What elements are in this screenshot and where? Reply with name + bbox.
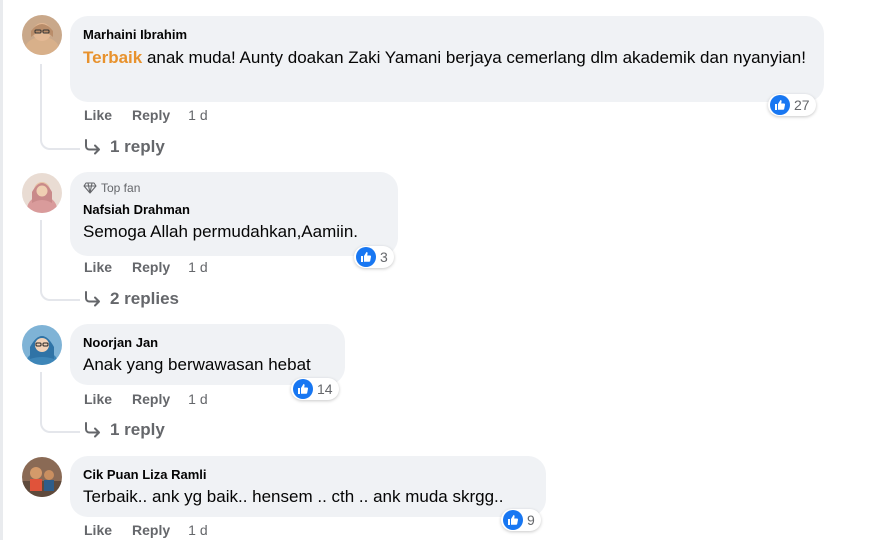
reply-button[interactable]: Reply [132,259,170,275]
thumbs-up-icon [770,95,790,115]
comment-author[interactable]: Noorjan Jan [83,334,332,351]
reply-arrow-icon [85,422,100,438]
comment-bubble: Marhaini Ibrahim Terbaik anak muda! Aunt… [70,16,824,102]
timestamp[interactable]: 1 d [188,522,207,538]
comment-body: Terbaik.. ank yg baik.. hensem .. cth ..… [83,487,504,506]
highlighted-word: Terbaik [83,48,143,67]
avatar[interactable] [22,325,62,365]
avatar[interactable] [22,15,62,55]
top-fan-badge: Top fan [83,180,385,196]
thumbs-up-icon [503,510,523,530]
avatar[interactable] [22,457,62,497]
comment-text: Terbaik anak muda! Aunty doakan Zaki Yam… [83,46,811,70]
diamond-icon [83,182,97,194]
reaction-number: 14 [317,381,333,397]
reaction-number: 3 [380,249,388,265]
comment-bubble: Top fan Nafsiah Drahman Semoga Allah per… [70,172,398,256]
comment-author[interactable]: Marhaini Ibrahim [83,26,811,43]
like-button[interactable]: Like [84,391,112,407]
comment-body: anak muda! Aunty doakan Zaki Yamani berj… [142,48,806,67]
reply-arrow-icon [85,139,100,155]
left-scroll-edge [0,0,3,540]
thumbs-up-icon [356,247,376,267]
reaction-count[interactable]: 3 [354,246,394,268]
comment-author[interactable]: Cik Puan Liza Ramli [83,466,533,483]
comment-bubble: Cik Puan Liza Ramli Terbaik.. ank yg bai… [70,456,546,517]
view-replies-button[interactable]: 1 reply [84,420,165,440]
replies-label: 1 reply [110,137,165,156]
comment-actions: Like Reply 1 d [84,522,208,538]
thread-connector [40,372,80,433]
view-replies-button[interactable]: 2 replies [84,289,179,309]
comment-body: Anak yang berwawasan hebat [83,355,311,374]
comment-author[interactable]: Nafsiah Drahman [83,201,385,218]
timestamp[interactable]: 1 d [188,107,207,123]
reply-button[interactable]: Reply [132,391,170,407]
comment-actions: Like Reply 1 d [84,391,208,407]
thumbs-up-icon [293,379,313,399]
comment-actions: Like Reply 1 d [84,259,208,275]
like-button[interactable]: Like [84,522,112,538]
reply-button[interactable]: Reply [132,522,170,538]
comment-body: Semoga Allah permudahkan,Aamiin. [83,222,358,241]
reply-arrow-icon [85,291,100,307]
replies-label: 2 replies [110,289,179,308]
reaction-count[interactable]: 9 [501,509,541,531]
avatar[interactable] [22,173,62,213]
timestamp[interactable]: 1 d [188,391,207,407]
comment-actions: Like Reply 1 d [84,107,208,123]
reaction-number: 27 [794,97,810,113]
like-button[interactable]: Like [84,259,112,275]
reaction-count[interactable]: 27 [768,94,816,116]
badge-label: Top fan [101,181,141,195]
reaction-count[interactable]: 14 [291,378,339,400]
comment-bubble: Noorjan Jan Anak yang berwawasan hebat [70,324,345,385]
reaction-number: 9 [527,512,535,528]
reply-button[interactable]: Reply [132,107,170,123]
view-replies-button[interactable]: 1 reply [84,137,165,157]
replies-label: 1 reply [110,420,165,439]
timestamp[interactable]: 1 d [188,259,207,275]
like-button[interactable]: Like [84,107,112,123]
